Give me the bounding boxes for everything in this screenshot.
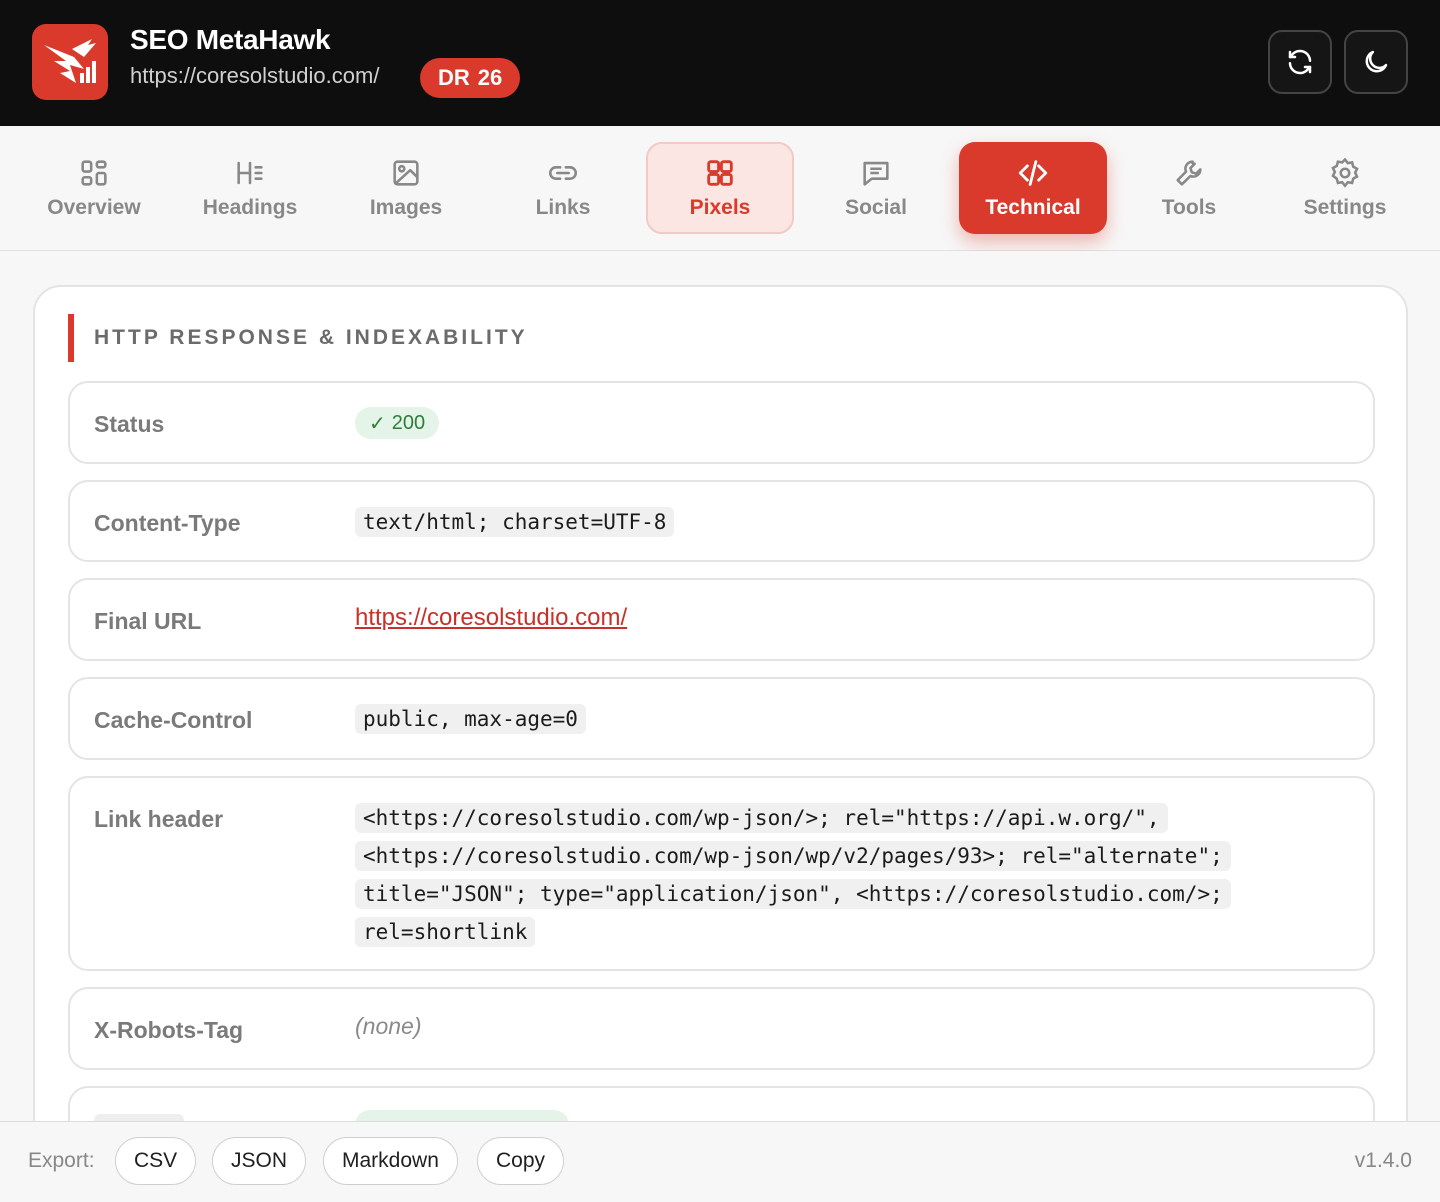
export-markdown-button[interactable]: Markdown bbox=[323, 1137, 458, 1185]
section-title: HTTP RESPONSE & INDEXABILITY bbox=[68, 314, 528, 362]
row-status: Status ✓ 200 bbox=[68, 381, 1375, 464]
tab-settings[interactable]: Settings bbox=[1271, 142, 1419, 234]
link-header-value: <https://coresolstudio.com/wp-json/>; re… bbox=[355, 803, 1231, 947]
row-x-robots-tag: X-Robots-Tag (none) bbox=[68, 987, 1375, 1070]
tab-images[interactable]: Images bbox=[332, 142, 480, 234]
tab-technical[interactable]: Technical bbox=[959, 142, 1107, 234]
export-footer: Export: CSV JSON Markdown Copy v1.4.0 bbox=[0, 1121, 1440, 1202]
export-label: Export: bbox=[28, 1149, 95, 1172]
row-value: public, max-age=0 bbox=[355, 700, 586, 738]
row-value: (none) bbox=[355, 1013, 421, 1040]
row-label: Cache-Control bbox=[94, 707, 253, 733]
export-csv-button[interactable]: CSV bbox=[115, 1137, 197, 1185]
tab-label: Tools bbox=[1161, 196, 1217, 219]
row-value: https://coresolstudio.com/ bbox=[355, 604, 627, 632]
row-label: X-Robots-Tag bbox=[94, 1017, 244, 1043]
row-label: Content-Type bbox=[94, 510, 241, 536]
tab-links[interactable]: Links bbox=[489, 142, 637, 234]
site-url: https://coresolstudio.com/ bbox=[130, 63, 380, 88]
tab-social[interactable]: Social bbox=[802, 142, 950, 234]
tab-label: Images bbox=[369, 196, 443, 219]
status-badge bbox=[355, 1110, 569, 1121]
tab-pixels[interactable]: Pixels bbox=[646, 142, 794, 234]
moon-icon bbox=[1365, 50, 1388, 73]
status-code: 200 bbox=[391, 411, 426, 434]
tab-label: Links bbox=[535, 196, 591, 219]
refresh-icon bbox=[1288, 49, 1312, 75]
app-title: SEO MetaHawk bbox=[130, 24, 331, 55]
tab-label: Pixels bbox=[689, 196, 751, 219]
gear-icon bbox=[1331, 157, 1359, 188]
x-robots-tag-value: (none) bbox=[355, 1013, 422, 1039]
domain-rating-badge: DR 26 bbox=[420, 58, 521, 98]
export-json-button[interactable]: JSON bbox=[212, 1137, 307, 1185]
row-value: text/html; charset=UTF-8 bbox=[355, 503, 675, 541]
row-link-header: Link header <https://coresolstudio.com/w… bbox=[68, 776, 1375, 971]
http-response-card: HTTP RESPONSE & INDEXABILITY Status ✓ 20… bbox=[33, 285, 1408, 1121]
tab-label: Settings bbox=[1303, 196, 1387, 219]
heading-icon bbox=[237, 161, 263, 185]
dr-value: 26 bbox=[477, 65, 503, 90]
tab-label: Headings bbox=[202, 196, 298, 219]
grid-icon bbox=[81, 160, 107, 186]
chat-icon bbox=[863, 161, 889, 186]
row-cache-control: Cache-Control public, max-age=0 bbox=[68, 677, 1375, 760]
tab-bar: Overview Headings Images Links Pixels So… bbox=[0, 126, 1440, 251]
version-label: v1.4.0 bbox=[1354, 1149, 1412, 1172]
row-label-placeholder bbox=[94, 1114, 184, 1121]
hawk-logo-icon bbox=[44, 39, 96, 83]
copy-button[interactable]: Copy bbox=[477, 1137, 565, 1185]
row-value: ✓ 200 bbox=[355, 407, 440, 439]
tab-label: Overview bbox=[47, 196, 141, 219]
link-icon bbox=[549, 166, 577, 180]
image-icon bbox=[393, 160, 419, 186]
tab-headings[interactable]: Headings bbox=[176, 142, 324, 234]
pixels-grid-icon bbox=[707, 160, 733, 186]
row-final-url: Final URL https://coresolstudio.com/ bbox=[68, 578, 1375, 661]
row-value: <https://coresolstudio.com/wp-json/>; re… bbox=[355, 799, 1275, 951]
tab-overview[interactable]: Overview bbox=[20, 142, 168, 234]
row-indexable bbox=[68, 1086, 1375, 1121]
code-icon bbox=[1018, 160, 1048, 186]
dr-label: DR bbox=[438, 65, 470, 90]
app-logo bbox=[32, 24, 108, 100]
theme-toggle-button[interactable] bbox=[1344, 30, 1408, 94]
row-content-type: Content-Type text/html; charset=UTF-8 bbox=[68, 480, 1375, 562]
content-area[interactable]: HTTP RESPONSE & INDEXABILITY Status ✓ 20… bbox=[0, 251, 1440, 1121]
row-label: Final URL bbox=[94, 608, 202, 634]
tab-label: Technical bbox=[985, 196, 1081, 219]
check-icon: ✓ bbox=[369, 412, 386, 435]
row-label: Link header bbox=[94, 806, 224, 832]
content-type-value: text/html; charset=UTF-8 bbox=[355, 507, 675, 537]
wrench-icon bbox=[1176, 160, 1202, 186]
cache-control-value: public, max-age=0 bbox=[355, 704, 586, 734]
refresh-button[interactable] bbox=[1268, 30, 1332, 94]
tab-tools[interactable]: Tools bbox=[1115, 142, 1263, 234]
status-badge: ✓ 200 bbox=[355, 407, 440, 439]
tab-label: Social bbox=[845, 196, 907, 219]
row-label: Status bbox=[94, 411, 165, 437]
final-url-link[interactable]: https://coresolstudio.com/ bbox=[355, 604, 627, 631]
app-header: SEO MetaHawk https://coresolstudio.com/ … bbox=[0, 0, 1440, 126]
